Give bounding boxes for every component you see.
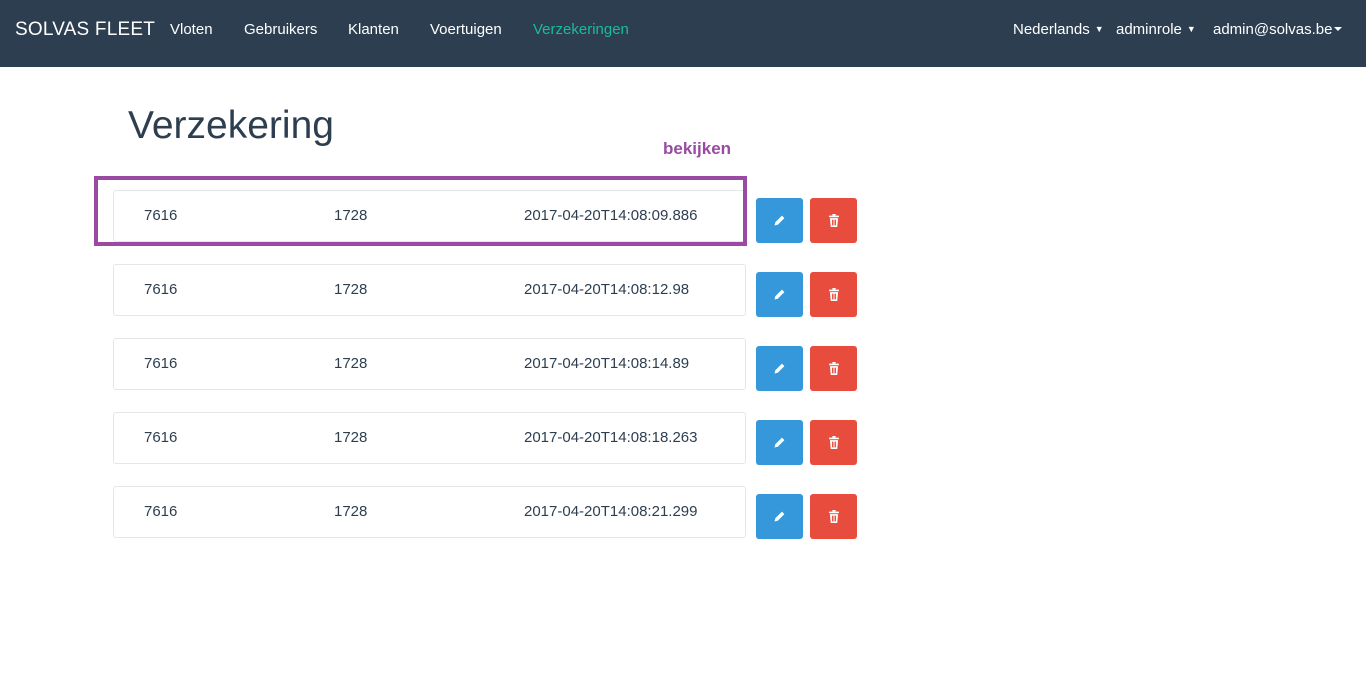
language-dropdown[interactable]: Nederlands ▼ xyxy=(1013,21,1104,38)
user-dropdown[interactable]: admin@solvas.be xyxy=(1213,21,1343,38)
caret-down-icon: ▼ xyxy=(1186,24,1196,34)
top-navbar: SOLVAS FLEET Vloten Gebruikers Klanten V… xyxy=(0,0,1366,67)
pencil-icon xyxy=(773,214,786,227)
table-row[interactable]: 7616 1728 2017-04-20T14:08:09.886 xyxy=(113,190,746,242)
pencil-icon xyxy=(773,436,786,449)
brand-logo[interactable]: SOLVAS FLEET xyxy=(15,19,155,41)
row-cell-col1: 7616 xyxy=(144,503,178,520)
pencil-icon xyxy=(773,362,786,375)
delete-button[interactable] xyxy=(810,494,857,539)
trash-icon xyxy=(828,436,840,449)
row-cell-col1: 7616 xyxy=(144,355,178,372)
row-cell-col1: 7616 xyxy=(144,207,178,224)
trash-icon xyxy=(828,288,840,301)
row-cell-col2: 1728 xyxy=(334,355,368,372)
row-cell-col3: 2017-04-20T14:08:21.299 xyxy=(524,503,698,520)
nav-item-voertuigen[interactable]: Voertuigen xyxy=(430,21,502,38)
nav-item-klanten[interactable]: Klanten xyxy=(348,21,399,38)
table-row[interactable]: 7616 1728 2017-04-20T14:08:12.98 xyxy=(113,264,746,316)
nav-item-verzekeringen[interactable]: Verzekeringen xyxy=(533,21,629,38)
caret-down-icon xyxy=(1334,27,1343,31)
row-cell-col2: 1728 xyxy=(334,503,368,520)
trash-icon xyxy=(828,362,840,375)
row-cell-col3: 2017-04-20T14:08:09.886 xyxy=(524,207,698,224)
role-dropdown[interactable]: adminrole ▼ xyxy=(1116,21,1196,38)
row-cell-col3: 2017-04-20T14:08:18.263 xyxy=(524,429,698,446)
delete-button[interactable] xyxy=(810,420,857,465)
user-label: admin@solvas.be xyxy=(1213,21,1333,38)
table-row[interactable]: 7616 1728 2017-04-20T14:08:18.263 xyxy=(113,412,746,464)
nav-item-vloten[interactable]: Vloten xyxy=(170,21,213,38)
row-cell-col1: 7616 xyxy=(144,281,178,298)
page-title: Verzekering xyxy=(128,104,334,147)
edit-button[interactable] xyxy=(756,272,803,317)
pencil-icon xyxy=(773,288,786,301)
edit-button[interactable] xyxy=(756,420,803,465)
row-cell-col3: 2017-04-20T14:08:12.98 xyxy=(524,281,690,298)
row-cell-col1: 7616 xyxy=(144,429,178,446)
trash-icon xyxy=(828,510,840,523)
nav-item-gebruikers[interactable]: Gebruikers xyxy=(244,21,317,38)
delete-button[interactable] xyxy=(810,272,857,317)
edit-button[interactable] xyxy=(756,198,803,243)
edit-button[interactable] xyxy=(756,346,803,391)
role-label: adminrole xyxy=(1116,21,1182,38)
table-row[interactable]: 7616 1728 2017-04-20T14:08:14.89 xyxy=(113,338,746,390)
table-row[interactable]: 7616 1728 2017-04-20T14:08:21.299 xyxy=(113,486,746,538)
trash-icon xyxy=(828,214,840,227)
edit-button[interactable] xyxy=(756,494,803,539)
language-label: Nederlands xyxy=(1013,21,1090,38)
row-cell-col2: 1728 xyxy=(334,429,368,446)
annotation-label: bekijken xyxy=(663,139,732,158)
row-cell-col2: 1728 xyxy=(334,281,368,298)
delete-button[interactable] xyxy=(810,198,857,243)
pencil-icon xyxy=(773,510,786,523)
caret-down-icon: ▼ xyxy=(1094,24,1104,34)
row-cell-col3: 2017-04-20T14:08:14.89 xyxy=(524,355,690,372)
delete-button[interactable] xyxy=(810,346,857,391)
row-cell-col2: 1728 xyxy=(334,207,368,224)
